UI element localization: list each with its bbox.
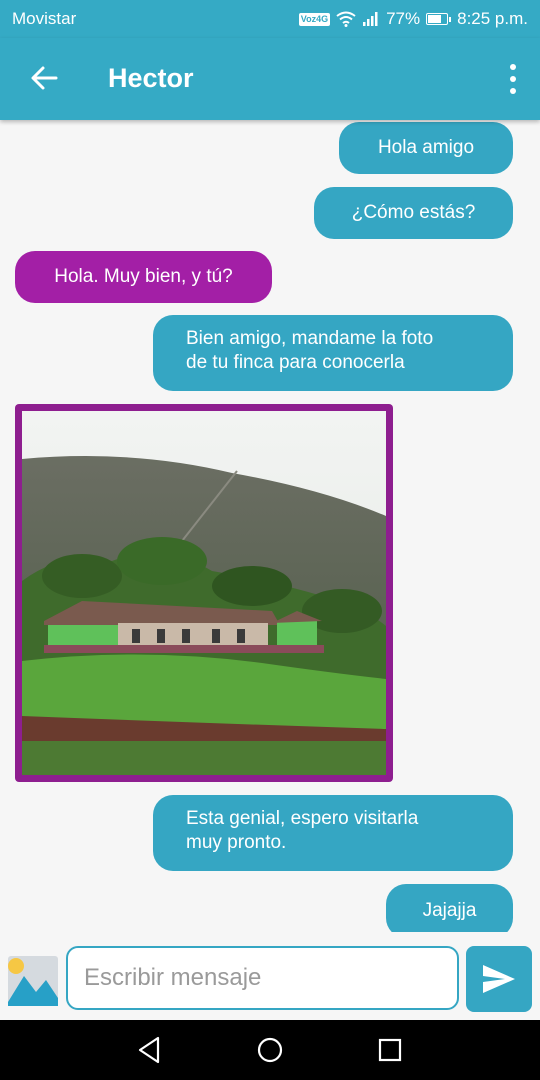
image-gallery-icon [8, 956, 58, 1006]
message-bubble-sent[interactable]: Bien amigo, mandame la foto de tu finca … [153, 315, 513, 391]
gallery-button[interactable] [6, 954, 60, 1008]
nav-back-icon [138, 1036, 160, 1064]
message-bubble-received[interactable]: Hola. Muy bien, y tú? [15, 251, 272, 303]
battery-percent: 77% [386, 9, 421, 28]
wifi-icon [336, 11, 356, 27]
message-bubble-sent[interactable]: Hola amigo [339, 122, 513, 174]
send-button[interactable] [466, 946, 532, 1012]
clock: 8:25 p.m. [457, 9, 528, 28]
image-message[interactable] [15, 404, 393, 782]
message-list[interactable]: Hola amigo ¿Cómo estás? Hola. Muy bien, … [0, 120, 540, 932]
signal-icon [363, 12, 378, 26]
carrier-name: Movistar [12, 9, 77, 28]
system-nav-bar [0, 1020, 540, 1080]
message-bubble-sent[interactable]: Esta genial, espero visitarla muy pronto… [153, 795, 513, 871]
message-input[interactable] [66, 946, 459, 1010]
message-composer [0, 932, 540, 1020]
app-bar: Hector [0, 38, 540, 120]
status-bar: Movistar Voz4G 77% 8:25 p.m. [0, 0, 540, 38]
volte-badge: Voz4G [298, 12, 331, 26]
send-icon [483, 965, 515, 993]
message-bubble-sent[interactable]: Jajajja [386, 884, 513, 932]
chat-title: Hector [108, 63, 194, 93]
nav-home-icon [257, 1037, 283, 1063]
nav-back-button[interactable] [135, 1035, 165, 1065]
nav-recents-icon [378, 1038, 402, 1062]
back-button[interactable] [26, 60, 62, 96]
message-bubble-sent[interactable]: ¿Cómo estás? [314, 187, 513, 239]
arrow-back-icon [31, 66, 58, 90]
more-vert-icon [510, 64, 516, 94]
nav-recents-button[interactable] [375, 1035, 405, 1065]
more-options-button[interactable] [506, 62, 520, 96]
battery-icon [426, 13, 452, 25]
farmhouse-photo [22, 411, 386, 775]
nav-home-button[interactable] [255, 1035, 285, 1065]
status-icons: Voz4G 77% 8:25 p.m. [298, 9, 528, 29]
